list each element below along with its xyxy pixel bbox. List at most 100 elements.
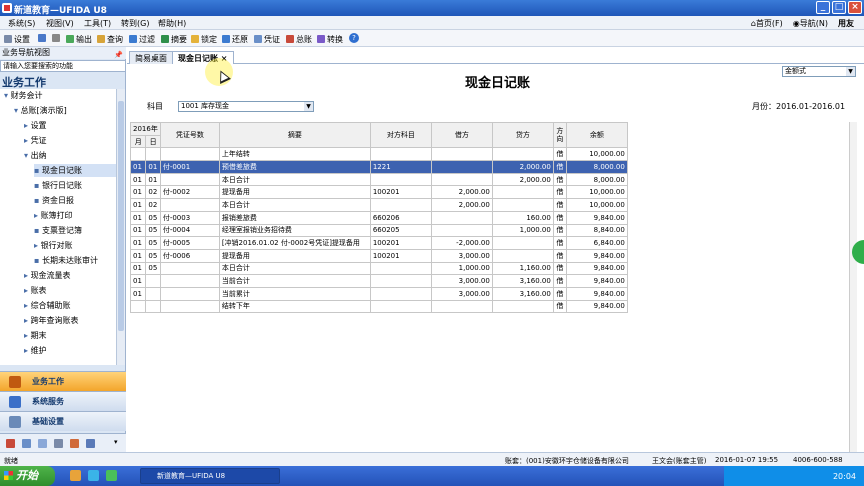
table-row[interactable]: 01 02 付-0002 提现备用 100201 2,000.00 借 10,000.00 (129, 185, 628, 200)
table-cell: 3,160.00 (491, 286, 554, 301)
table-row[interactable]: 01 当前累计 3,000.00 3,160.00 借 9,840.00 (129, 286, 628, 301)
sidebar-item[interactable]: ▸ 综合辅助账 (24, 299, 116, 312)
toolbar-query-button[interactable]: 查询 (97, 34, 123, 45)
taskbar-u8-button[interactable]: 新道教育—UFIDA U8 (140, 468, 280, 484)
table-cell (491, 248, 554, 263)
sidebar-item[interactable]: ▪ 支票登记簿 (34, 224, 116, 237)
table-row[interactable]: 01 05 付-0005 [冲销2016.01.02 付-0002号凭证]提现备用 10… (129, 236, 628, 250)
table-row[interactable]: 01 05 本日合计 1,000.00 1,160.00 借 9,840.00 (129, 261, 628, 276)
maximize-button[interactable]: □ (832, 1, 846, 14)
toolbar-print-button[interactable] (52, 34, 62, 43)
table-row[interactable]: 01 当前合计 3,000.00 3,160.00 借 9,840.00 (129, 274, 628, 288)
header-summary[interactable]: 摘要 (218, 121, 371, 149)
sidebar-item[interactable]: ▸ 账簿打印 (34, 209, 116, 222)
sidebar-item[interactable]: ▾ 财务会计 (4, 89, 116, 102)
header-direction[interactable]: 方向 (552, 121, 567, 149)
sidebar-item[interactable]: ▸ 凭证 (24, 134, 116, 147)
table-row[interactable]: 01 05 付-0006 提现备用 100201 3,000.00 借 9,840.00 (129, 248, 628, 263)
toolbar-output-button[interactable]: 输出 (66, 34, 92, 45)
layout-icon[interactable] (86, 439, 95, 448)
table-cell: 借 (552, 261, 567, 276)
app-icon[interactable] (106, 470, 117, 481)
sidebar-item[interactable]: ▪ 长期未达账审计 (34, 254, 116, 267)
window-icon[interactable] (22, 439, 31, 448)
table-row[interactable]: 上年结转 借 10,000.00 (129, 147, 628, 162)
sidebar-item[interactable]: ▪ 银行日记账 (34, 179, 116, 192)
menu-help[interactable]: 帮助(H) (158, 18, 186, 29)
leaf-icon[interactable]: ▪ (34, 181, 42, 190)
menu-system[interactable]: 系统(S) (8, 18, 35, 29)
sidebar-item[interactable]: ▪ 资金日报 (34, 194, 116, 207)
table-row[interactable]: 01 02 本日合计 2,000.00 借 10,000.00 (129, 198, 628, 212)
toolbar-ledger-button[interactable]: 总账 (286, 34, 312, 45)
nav-system-button[interactable]: 系统服务 (0, 391, 126, 411)
sidebar-item[interactable]: ▸ 银行对账 (34, 239, 116, 252)
header-debit[interactable]: 借方 (430, 121, 493, 149)
table-cell: 借 (552, 198, 567, 212)
start-button[interactable]: 开始 (0, 466, 55, 486)
report-scrollbar[interactable] (849, 122, 857, 452)
sidebar-item[interactable]: ▾ 总账[演示版] (14, 104, 116, 117)
list-icon[interactable] (54, 439, 63, 448)
home-link[interactable]: ⌂首页(F) (751, 18, 783, 29)
quicklaunch-icon[interactable] (70, 470, 81, 481)
stop-icon[interactable] (6, 439, 15, 448)
sidebar-item[interactable]: ▸ 跨年查询账表 (24, 314, 116, 327)
close-button[interactable]: × (848, 1, 862, 14)
leaf-icon[interactable]: ▪ (34, 166, 42, 175)
toolbar-convert-button[interactable]: 转换 (317, 34, 343, 45)
table-cell (145, 147, 161, 162)
header-opposite[interactable]: 对方科目 (369, 121, 432, 149)
table-row[interactable]: 结转下年 借 9,840.00 (129, 299, 628, 314)
table-row[interactable]: 01 05 付-0004 经理室报销业务招待费 660205 1,000.00 借 8,840… (129, 223, 628, 238)
leaf-icon[interactable]: ▪ (34, 196, 42, 205)
table-row[interactable]: 01 01 付-0001 预借差旅费 1221 2,000.00 借 8,000.00 (129, 160, 628, 174)
toolbar-voucher-button[interactable]: 凭证 (254, 34, 280, 45)
sidebar-scrollbar[interactable] (116, 89, 125, 365)
table-cell: 100201 (369, 248, 432, 263)
leaf-icon[interactable]: ▪ (34, 226, 42, 235)
toolbar-summary-button[interactable]: 摘要 (161, 34, 187, 45)
toolbar-settings-button[interactable]: 设置 (4, 34, 30, 45)
table-cell: 提现备用 (218, 248, 371, 263)
sidebar-item[interactable]: ▸ 现金流量表 (24, 269, 116, 282)
help-icon[interactable]: ? (349, 33, 359, 43)
leaf-icon[interactable]: ▪ (34, 256, 42, 265)
subject-select[interactable]: 1001 库存现金 ▼ (178, 101, 314, 112)
minimize-button[interactable]: _ (816, 1, 830, 14)
toolbar-lock-button[interactable]: 锁定 (191, 34, 217, 45)
sidebar-item[interactable]: ▾ 出纳 (24, 149, 116, 162)
tool-icon[interactable] (70, 439, 79, 448)
nav-business-button[interactable]: 业务工作 (0, 371, 126, 391)
format-select[interactable]: 金额式 ▼ (782, 66, 856, 77)
tab-simple-desktop[interactable]: 简易桌面 (129, 51, 173, 64)
sidebar-item-label: 资金日报 (41, 196, 74, 205)
table-cell (430, 147, 493, 162)
toolbar-restore-button[interactable]: 还原 (222, 34, 248, 45)
ie-icon[interactable] (88, 470, 99, 481)
toolbar-filter-button[interactable]: 过滤 (129, 34, 155, 45)
nav-icon: ◉ (792, 19, 800, 28)
table-row[interactable]: 01 05 付-0003 报销差旅费 660206 160.00 借 9,840.00 (129, 210, 628, 225)
menu-view[interactable]: 视图(V) (46, 18, 74, 29)
nav-tree: ▾ 财务会计 ▾ 总账[演示版] ▸ 设置 ▸ 凭证 ▾ 出纳 ▪ 现金日记账 ▪ 银行日记… (0, 89, 116, 365)
header-balance[interactable]: 余额 (565, 121, 628, 149)
menu-tools[interactable]: 工具(T) (84, 18, 111, 29)
sidebar-item[interactable]: ▸ 期末 (24, 329, 116, 342)
toolbar-save-button[interactable] (38, 34, 48, 43)
header-voucher[interactable]: 凭证号数 (159, 121, 220, 149)
sidebar-scroll-thumb[interactable] (118, 101, 124, 331)
menu-goto[interactable]: 转到(G) (121, 18, 149, 29)
table-row[interactable]: 01 01 本日合计 2,000.00 借 8,000.00 (129, 172, 628, 187)
nav-basic-button[interactable]: 基础设置 (0, 411, 126, 431)
sidebar-item[interactable]: ▸ 账表 (24, 284, 116, 297)
sidebar-search-input[interactable]: 请输入您要搜索的功能 (0, 60, 126, 72)
nav-link[interactable]: ◉导航(N) (793, 18, 828, 29)
header-credit[interactable]: 贷方 (491, 121, 554, 149)
sidebar-item[interactable]: ▪ 现金日记账 (34, 164, 116, 177)
sidebar-item[interactable]: ▸ 设置 (24, 119, 116, 132)
grid-icon[interactable] (38, 439, 47, 448)
chevron-down-icon: ▼ (304, 102, 313, 111)
more-icon[interactable]: ▾ (114, 438, 118, 446)
sidebar-item[interactable]: ▸ 维护 (24, 344, 116, 357)
